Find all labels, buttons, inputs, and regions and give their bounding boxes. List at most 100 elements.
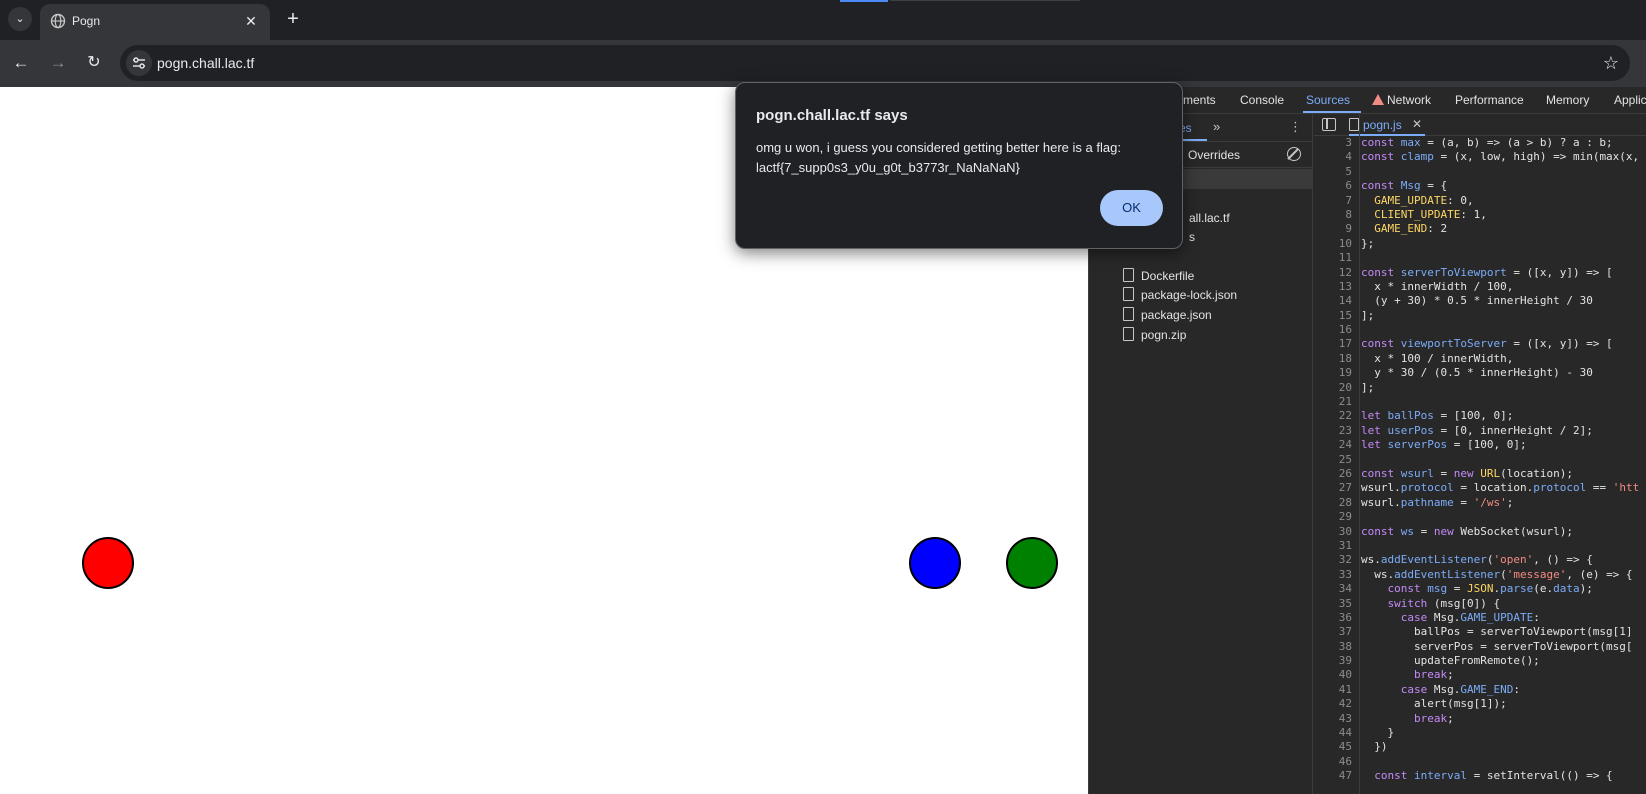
line-number[interactable]: 22 bbox=[1314, 409, 1352, 423]
back-button[interactable]: ← bbox=[8, 50, 34, 76]
line-number[interactable]: 23 bbox=[1314, 424, 1352, 438]
code-line: 29 bbox=[1314, 510, 1646, 524]
tab-memory[interactable]: Memory bbox=[1546, 93, 1589, 107]
line-number[interactable]: 24 bbox=[1314, 438, 1352, 452]
line-number[interactable]: 9 bbox=[1314, 222, 1352, 236]
address-bar[interactable]: pogn.chall.lac.tf ☆ bbox=[120, 45, 1630, 81]
tree-item-host[interactable]: all.lac.tf bbox=[1189, 210, 1230, 226]
code-editor[interactable]: pogn.js ✕ 3 const max = (a, b) => (a > b)… bbox=[1314, 114, 1646, 794]
line-number[interactable]: 5 bbox=[1314, 165, 1352, 179]
reload-button[interactable]: ↻ bbox=[81, 50, 107, 76]
line-number[interactable]: 20 bbox=[1314, 381, 1352, 395]
line-number[interactable]: 15 bbox=[1314, 309, 1352, 323]
line-number[interactable]: 36 bbox=[1314, 611, 1352, 625]
line-number[interactable]: 34 bbox=[1314, 582, 1352, 596]
line-number[interactable]: 43 bbox=[1314, 712, 1352, 726]
toggle-navigator-icon[interactable] bbox=[1322, 118, 1336, 131]
line-number[interactable]: 39 bbox=[1314, 654, 1352, 668]
line-number[interactable]: 13 bbox=[1314, 280, 1352, 294]
line-number[interactable]: 46 bbox=[1314, 755, 1352, 769]
line-number[interactable]: 38 bbox=[1314, 640, 1352, 654]
line-number[interactable]: 31 bbox=[1314, 539, 1352, 553]
dialog-message: omg u won, i guess you considered gettin… bbox=[756, 140, 1121, 155]
line-number[interactable]: 21 bbox=[1314, 395, 1352, 409]
tab-application[interactable]: Applic bbox=[1614, 93, 1646, 107]
code-text: wsurl.pathname = '/ws'; bbox=[1361, 495, 1514, 509]
code-text: case Msg.GAME_END: bbox=[1400, 682, 1520, 696]
line-number[interactable]: 18 bbox=[1314, 352, 1352, 366]
tab-overrides[interactable]: Overrides bbox=[1188, 148, 1240, 162]
code-line: 14 (y + 30) * 0.5 * innerHeight / 30 bbox=[1314, 294, 1646, 308]
ok-button[interactable]: OK bbox=[1100, 190, 1163, 226]
tree-item-folder[interactable]: s bbox=[1189, 229, 1195, 245]
active-tab-indicator bbox=[1303, 111, 1361, 113]
code-line: 3 const max = (a, b) => (a > b) ? a : b; bbox=[1314, 136, 1646, 150]
line-number[interactable]: 27 bbox=[1314, 481, 1352, 495]
code-text: x * 100 / innerWidth, bbox=[1361, 351, 1514, 365]
line-number[interactable]: 44 bbox=[1314, 726, 1352, 740]
tab-sources[interactable]: Sources bbox=[1306, 93, 1350, 107]
bookmark-star-icon[interactable]: ☆ bbox=[1600, 52, 1622, 74]
line-number[interactable]: 4 bbox=[1314, 150, 1352, 164]
line-number[interactable]: 12 bbox=[1314, 266, 1352, 280]
browser-tab[interactable]: Pogn ✕ bbox=[40, 4, 270, 40]
code-line: 47 const interval = setInterval(() => { bbox=[1314, 769, 1646, 783]
line-number[interactable]: 6 bbox=[1314, 179, 1352, 193]
line-number[interactable]: 47 bbox=[1314, 769, 1352, 783]
line-number[interactable]: 42 bbox=[1314, 697, 1352, 711]
line-number[interactable]: 37 bbox=[1314, 625, 1352, 639]
code-line: 33 ws.addEventListener('message', (e) =>… bbox=[1314, 568, 1646, 582]
line-number[interactable]: 40 bbox=[1314, 668, 1352, 682]
close-file-icon[interactable]: ✕ bbox=[1412, 117, 1422, 131]
line-number[interactable]: 16 bbox=[1314, 323, 1352, 337]
line-number[interactable]: 32 bbox=[1314, 553, 1352, 567]
line-number[interactable]: 11 bbox=[1314, 251, 1352, 265]
code-line: 11 bbox=[1314, 251, 1646, 265]
tree-file-label: Dockerfile bbox=[1141, 269, 1195, 283]
code-line: 21 bbox=[1314, 395, 1646, 409]
line-number[interactable]: 35 bbox=[1314, 597, 1352, 611]
code-line: 45 }) bbox=[1314, 740, 1646, 754]
tab-network[interactable]: Network bbox=[1372, 93, 1431, 107]
tab-console[interactable]: Console bbox=[1240, 93, 1284, 107]
code-line: 13 x * innerWidth / 100, bbox=[1314, 280, 1646, 294]
navigator-menu-icon[interactable]: ⋮ bbox=[1289, 119, 1302, 135]
line-number[interactable]: 30 bbox=[1314, 525, 1352, 539]
line-number[interactable]: 33 bbox=[1314, 568, 1352, 582]
line-number[interactable]: 28 bbox=[1314, 496, 1352, 510]
tab-network-label: Network bbox=[1387, 93, 1432, 107]
tab-elements[interactable]: ments bbox=[1183, 93, 1216, 107]
site-info-button[interactable] bbox=[126, 50, 152, 76]
line-number[interactable]: 7 bbox=[1314, 194, 1352, 208]
line-number[interactable]: 25 bbox=[1314, 453, 1352, 467]
game-ball-blue bbox=[909, 537, 961, 589]
code-line: 22 let ballPos = [100, 0]; bbox=[1314, 409, 1646, 423]
block-icon[interactable] bbox=[1287, 147, 1301, 161]
line-number[interactable]: 10 bbox=[1314, 237, 1352, 251]
code-line: 34 const msg = JSON.parse(e.data); bbox=[1314, 582, 1646, 596]
line-number[interactable]: 41 bbox=[1314, 683, 1352, 697]
warning-icon bbox=[1372, 94, 1384, 105]
line-number[interactable]: 19 bbox=[1314, 366, 1352, 380]
more-tabs-icon[interactable]: » bbox=[1213, 119, 1220, 134]
new-tab-button[interactable]: + bbox=[282, 8, 304, 30]
line-number[interactable]: 3 bbox=[1314, 136, 1352, 150]
line-number[interactable]: 17 bbox=[1314, 337, 1352, 351]
top-divider bbox=[890, 0, 1080, 1]
line-number[interactable]: 8 bbox=[1314, 208, 1352, 222]
code-text: const clamp = (x, low, high) => min(max(… bbox=[1361, 150, 1640, 164]
forward-button[interactable]: → bbox=[45, 50, 71, 76]
line-number[interactable]: 26 bbox=[1314, 467, 1352, 481]
line-number[interactable]: 29 bbox=[1314, 510, 1352, 524]
tab-search-button[interactable]: ⌄ bbox=[8, 7, 32, 31]
tab-close-icon[interactable]: ✕ bbox=[242, 12, 260, 30]
code-line: 42 alert(msg[1]); bbox=[1314, 697, 1646, 711]
line-number[interactable]: 45 bbox=[1314, 740, 1352, 754]
code-text: const serverToViewport = ([x, y]) => [ bbox=[1361, 265, 1613, 279]
code-line: 40 break; bbox=[1314, 668, 1646, 682]
code-text: alert(msg[1]); bbox=[1361, 697, 1507, 711]
code-line: 4 const clamp = (x, low, high) => min(max… bbox=[1314, 150, 1646, 164]
url-text[interactable]: pogn.chall.lac.tf bbox=[157, 55, 254, 71]
line-number[interactable]: 14 bbox=[1314, 294, 1352, 308]
tab-performance[interactable]: Performance bbox=[1455, 93, 1524, 107]
